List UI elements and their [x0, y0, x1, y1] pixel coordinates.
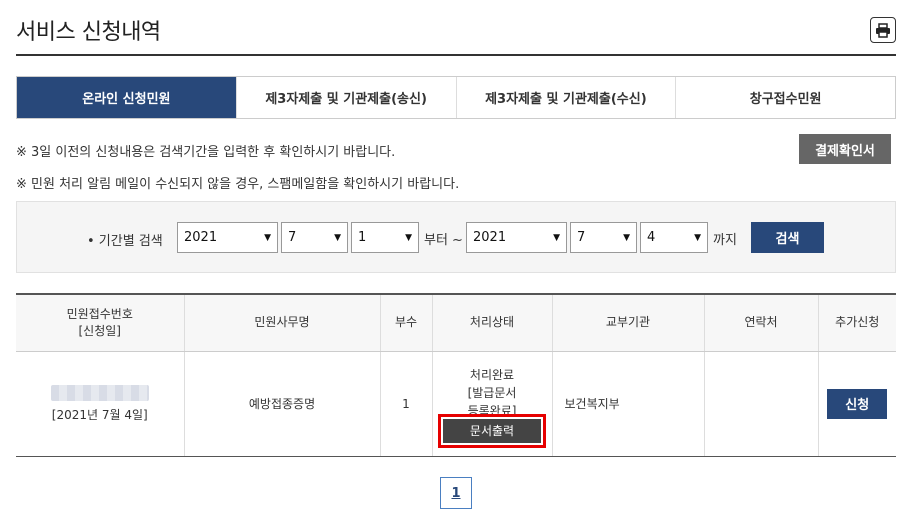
search-button[interactable]: 검색 — [751, 222, 824, 253]
chevron-down-icon: ▼ — [623, 232, 630, 243]
table-row: [2021년 7월 4일] 예방접종증명 1 처리완료 [발급문서 등록완료] … — [16, 351, 896, 457]
header-extra-application: 추가신청 — [818, 293, 896, 352]
cell-extra-application: 신청 — [818, 351, 896, 457]
search-period-label: • 기간별 검색 — [87, 234, 163, 249]
header-status: 처리상태 — [432, 293, 553, 352]
tab-third-party-received[interactable]: 제3자제출 및 기관제출(수신) — [456, 77, 677, 118]
from-month-value: 7 — [288, 230, 297, 245]
table-header-row: 민원접수번호 [신청일] 민원사무명 부수 처리상태 교부기관 연락처 추가신청 — [16, 293, 896, 352]
to-month-select[interactable]: 7 ▼ — [570, 222, 637, 253]
print-document-button[interactable]: 문서출력 — [438, 413, 546, 448]
header-service-name: 민원사무명 — [184, 293, 381, 352]
printer-icon — [876, 22, 890, 38]
status-line1: 처리완료 — [469, 367, 515, 382]
redacted-receipt-number — [50, 384, 149, 401]
apply-button[interactable]: 신청 — [827, 388, 888, 419]
to-month-value: 7 — [577, 230, 586, 245]
payment-confirmation-button[interactable]: 결제확인서 — [799, 134, 891, 164]
page-title: 서비스 신청내역 — [16, 20, 161, 45]
page-header: 서비스 신청내역 — [16, 0, 896, 56]
header-receipt-number: 민원접수번호 [신청일] — [16, 293, 185, 352]
service-tabs: 온라인 신청민원 제3자제출 및 기관제출(송신) 제3자제출 및 기관제출(수… — [16, 76, 896, 119]
search-panel: • 기간별 검색 2021 ▼ 7 ▼ 1 ▼ 부터 ~ 2021 ▼ 7 ▼ … — [16, 201, 896, 273]
tab-counter-application[interactable]: 창구접수민원 — [676, 77, 895, 118]
to-day-value: 4 — [647, 230, 656, 245]
chevron-down-icon: ▼ — [264, 232, 271, 243]
cell-agency: 보건복지부 — [552, 351, 705, 457]
header-copies: 부수 — [380, 293, 433, 352]
from-day-value: 1 — [358, 230, 367, 245]
notice-search-period: ※ 3일 이전의 신청내용은 검색기간을 입력한 후 확인하시기 바랍니다. — [16, 145, 396, 160]
header-contact: 연락처 — [704, 293, 819, 352]
cell-copies: 1 — [380, 351, 433, 457]
to-suffix-text: 까지 — [713, 233, 737, 248]
from-day-select[interactable]: 1 ▼ — [351, 222, 419, 253]
print-button[interactable] — [870, 17, 896, 43]
to-year-select[interactable]: 2021 ▼ — [466, 222, 567, 253]
cell-receipt-number: [2021년 7월 4일] — [16, 351, 185, 457]
from-year-select[interactable]: 2021 ▼ — [177, 222, 278, 253]
tab-online-application[interactable]: 온라인 신청민원 — [17, 77, 237, 118]
chevron-down-icon: ▼ — [553, 232, 560, 243]
chevron-down-icon: ▼ — [334, 232, 341, 243]
header-receipt-number-line2: [신청일] — [78, 323, 121, 338]
cell-service-name: 예방접종증명 — [184, 351, 381, 457]
notice-spam-mail: ※ 민원 처리 알림 메일이 수신되지 않을 경우, 스팸메일함을 확인하시기 … — [16, 177, 460, 192]
to-day-select[interactable]: 4 ▼ — [640, 222, 708, 253]
chevron-down-icon: ▼ — [694, 232, 701, 243]
cell-contact — [704, 351, 819, 457]
status-line2: [발급문서 — [467, 385, 517, 400]
chevron-down-icon: ▼ — [405, 232, 412, 243]
header-receipt-number-line1: 민원접수번호 — [66, 306, 133, 321]
print-document-label: 문서출력 — [443, 418, 541, 443]
cell-status: 처리완료 [발급문서 등록완료] 문서출력 — [432, 351, 553, 457]
header-agency: 교부기관 — [552, 293, 705, 352]
pagination-page-1[interactable]: 1 — [440, 477, 472, 509]
to-year-value: 2021 — [473, 230, 507, 245]
application-date: [2021년 7월 4일] — [51, 407, 148, 422]
from-suffix-text: 부터 ~ — [424, 233, 463, 248]
application-history-table: 민원접수번호 [신청일] 민원사무명 부수 처리상태 교부기관 연락처 추가신청… — [16, 293, 896, 457]
from-month-select[interactable]: 7 ▼ — [281, 222, 348, 253]
tab-third-party-sent[interactable]: 제3자제출 및 기관제출(송신) — [236, 77, 457, 118]
from-year-value: 2021 — [184, 230, 218, 245]
